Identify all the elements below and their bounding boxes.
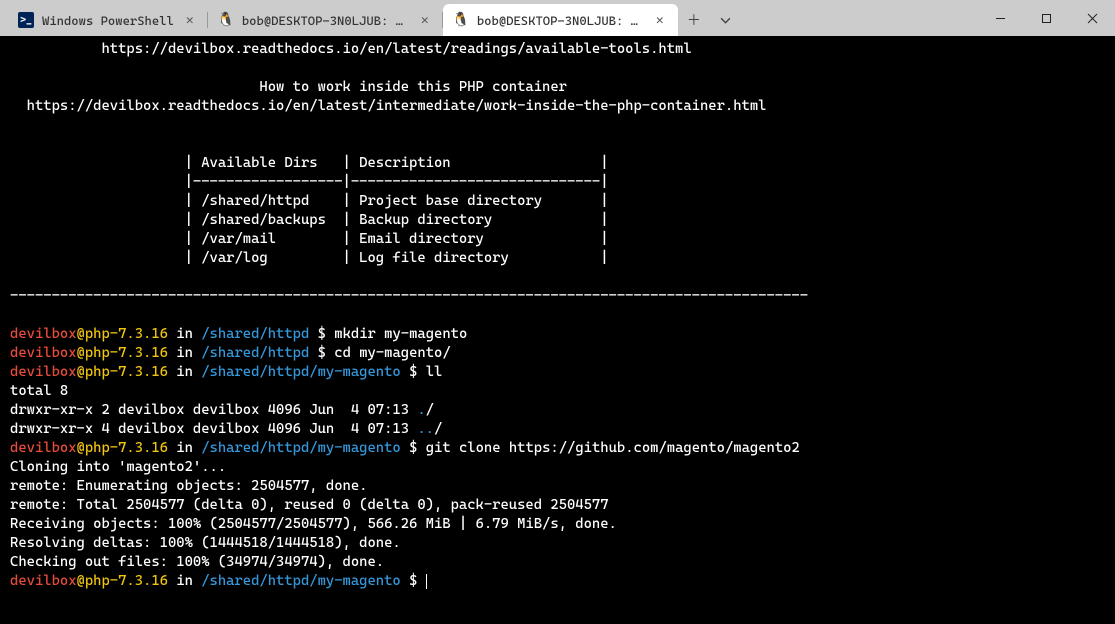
line: How to work inside this PHP container xyxy=(10,79,567,95)
line: https://devilbox.readthedocs.io/en/lates… xyxy=(10,41,692,57)
prompt-host: @php-7.3.16 xyxy=(77,326,168,342)
command: ll xyxy=(426,364,443,380)
line: remote: Enumerating objects: 2504577, do… xyxy=(10,478,367,494)
line: Cloning into 'magento2'... xyxy=(10,459,226,475)
tab-strip: >_ Windows PowerShell ✕ 🐧 bob@DESKTOP-3N… xyxy=(0,0,742,36)
tab-label: bob@DESKTOP-3N0LJUB: ~/de xyxy=(477,13,644,28)
terminal-output[interactable]: https://devilbox.readthedocs.io/en/lates… xyxy=(0,36,1115,624)
prompt-line: devilbox@php-7.3.16 in /shared/httpd $ m… xyxy=(10,326,467,342)
prompt-path: /shared/httpd xyxy=(201,326,309,342)
prompt-host: @php-7.3.16 xyxy=(77,573,168,589)
table-row: | /shared/httpd | Project base directory… xyxy=(10,193,609,209)
table-row: |------------------|--------------------… xyxy=(10,174,609,190)
tab-label: Windows PowerShell xyxy=(42,13,174,28)
prompt-host: @php-7.3.16 xyxy=(77,345,168,361)
maximize-icon xyxy=(1041,13,1052,24)
new-tab-button[interactable]: ＋ xyxy=(678,4,710,36)
prompt-line: devilbox@php-7.3.16 in /shared/httpd/my-… xyxy=(10,573,427,589)
table-row: | /shared/backups | Backup directory | xyxy=(10,212,609,228)
tab-label: bob@DESKTOP-3N0LJUB: ~/de xyxy=(242,13,409,28)
tab-linux-1[interactable]: 🐧 bob@DESKTOP-3N0LJUB: ~/de ✕ xyxy=(208,4,443,36)
prompt-path: /shared/httpd/my-magento xyxy=(201,440,401,456)
close-icon[interactable]: ✕ xyxy=(182,12,198,28)
line: ----------------------------------------… xyxy=(10,288,808,304)
close-icon[interactable]: ✕ xyxy=(652,12,668,28)
window-titlebar: >_ Windows PowerShell ✕ 🐧 bob@DESKTOP-3N… xyxy=(0,0,1115,36)
command: cd my-magento/ xyxy=(334,345,450,361)
minimize-icon xyxy=(995,13,1006,24)
tux-icon: 🐧 xyxy=(453,12,469,28)
tab-dropdown-button[interactable] xyxy=(710,4,742,36)
minimize-button[interactable] xyxy=(977,0,1023,36)
prompt-user: devilbox xyxy=(10,440,77,456)
line: remote: Total 2504577 (delta 0), reused … xyxy=(10,497,609,513)
line: Resolving deltas: 100% (1444518/1444518)… xyxy=(10,535,401,551)
line: drwxr-xr-x 4 devilbox devilbox 4096 Jun … xyxy=(10,421,442,437)
maximize-button[interactable] xyxy=(1023,0,1069,36)
prompt-user: devilbox xyxy=(10,364,77,380)
line: Checking out files: 100% (34974/34974), … xyxy=(10,554,384,570)
prompt-line: devilbox@php-7.3.16 in /shared/httpd $ c… xyxy=(10,345,451,361)
prompt-line: devilbox@php-7.3.16 in /shared/httpd/my-… xyxy=(10,364,442,380)
table-row: | /var/log | Log file directory | xyxy=(10,250,609,266)
prompt-user: devilbox xyxy=(10,326,77,342)
close-button[interactable] xyxy=(1069,0,1115,36)
tab-linux-2[interactable]: 🐧 bob@DESKTOP-3N0LJUB: ~/de ✕ xyxy=(443,4,678,36)
line: total 8 xyxy=(10,383,68,399)
prompt-host: @php-7.3.16 xyxy=(77,364,168,380)
command: mkdir my-magento xyxy=(334,326,467,342)
prompt-host: @php-7.3.16 xyxy=(77,440,168,456)
powershell-icon: >_ xyxy=(18,12,34,28)
close-icon[interactable]: ✕ xyxy=(417,12,433,28)
command: git clone https://github.com/magento/mag… xyxy=(426,440,800,456)
line: https://devilbox.readthedocs.io/en/lates… xyxy=(10,98,767,114)
prompt-path: /shared/httpd/my-magento xyxy=(201,364,401,380)
prompt-line: devilbox@php-7.3.16 in /shared/httpd/my-… xyxy=(10,440,800,456)
table-row: | /var/mail | Email directory | xyxy=(10,231,609,247)
tab-powershell[interactable]: >_ Windows PowerShell ✕ xyxy=(8,4,208,36)
tux-icon: 🐧 xyxy=(218,12,234,28)
line: drwxr-xr-x 2 devilbox devilbox 4096 Jun … xyxy=(10,402,434,418)
cursor xyxy=(426,574,427,589)
prompt-user: devilbox xyxy=(10,345,77,361)
window-controls xyxy=(977,0,1115,36)
prompt-path: /shared/httpd xyxy=(201,345,309,361)
table-row: | Available Dirs | Description | xyxy=(10,155,609,171)
prompt-path: /shared/httpd/my-magento xyxy=(201,573,401,589)
line: Receiving objects: 100% (2504577/2504577… xyxy=(10,516,617,532)
close-icon xyxy=(1087,13,1098,24)
chevron-down-icon xyxy=(720,15,731,26)
prompt-user: devilbox xyxy=(10,573,77,589)
